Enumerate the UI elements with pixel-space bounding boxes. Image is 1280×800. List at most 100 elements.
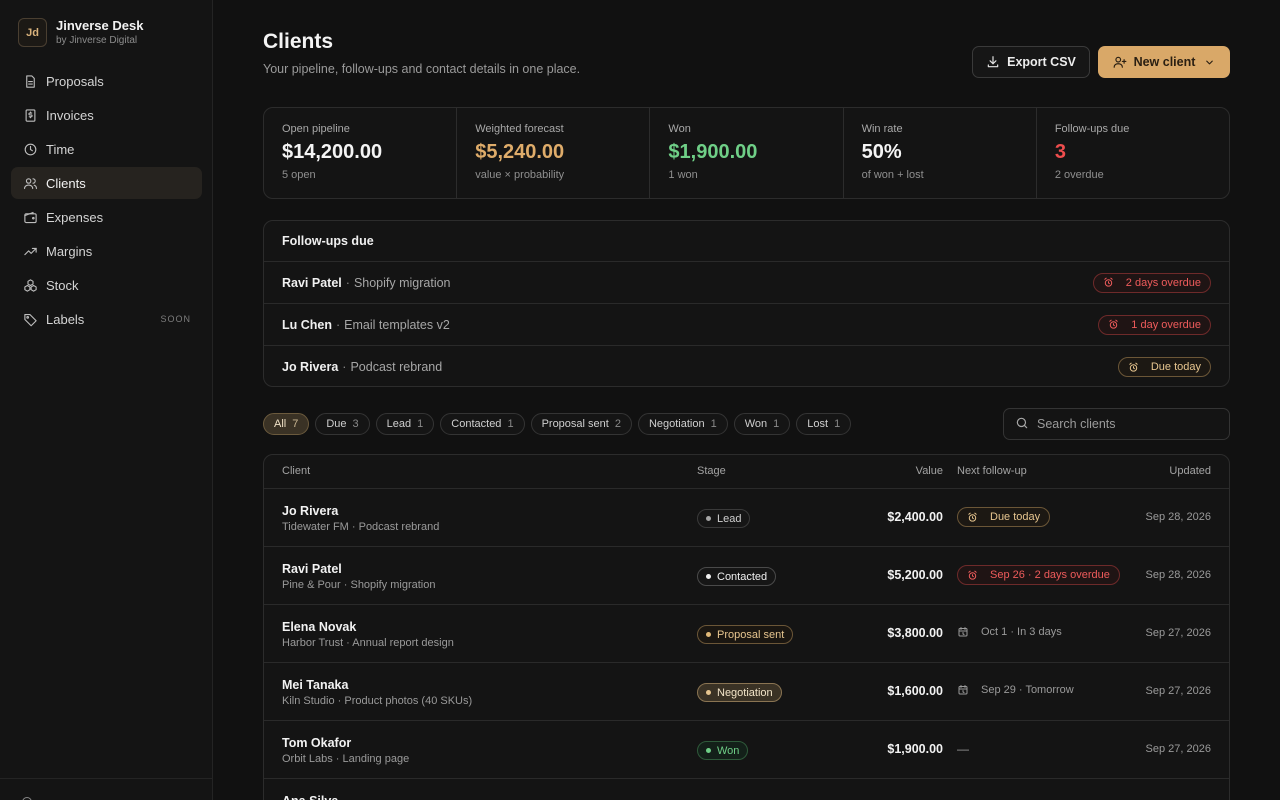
- table-row[interactable]: Elena Novak Harbor Trust · Annual report …: [264, 605, 1229, 663]
- sidebar-item-clients[interactable]: Clients: [11, 167, 202, 199]
- followup-client-name: Ravi Patel: [282, 275, 342, 290]
- followup-row[interactable]: Lu Chen · Email templates v2 1 day overdue: [264, 304, 1229, 346]
- followup-project: Podcast rebrand: [350, 360, 443, 374]
- sidebar-item-labels[interactable]: Labels SOON: [11, 303, 202, 335]
- alarm-clock-icon: [967, 512, 984, 523]
- followup-row[interactable]: Jo Rivera · Podcast rebrand Due today: [264, 346, 1229, 386]
- user-plus-icon: [1113, 55, 1127, 69]
- search-input[interactable]: [1037, 417, 1217, 431]
- stage-label: Lead: [717, 512, 742, 525]
- stage-badge: Contacted: [697, 567, 777, 586]
- sidebar: Jd Jinverse Desk by Jinverse Digital Pro…: [0, 0, 213, 800]
- filter-chip-count: 1: [417, 418, 424, 430]
- export-csv-button[interactable]: Export CSV: [972, 46, 1090, 78]
- filter-chip-lead[interactable]: Lead 1: [375, 413, 435, 435]
- sidebar-item-proposals[interactable]: Proposals: [11, 65, 202, 97]
- column-next-follow-up[interactable]: Next follow-up: [957, 465, 1027, 477]
- export-csv-label: Export CSV: [1007, 55, 1076, 69]
- followup-status-text: 2 days overdue: [1125, 276, 1201, 289]
- client-value: $1,900.00: [887, 742, 943, 756]
- stat-value: $1,900.00: [668, 141, 758, 163]
- updated-date: Sep 27, 2026: [1145, 743, 1211, 755]
- filter-chip-count: 7: [292, 418, 299, 430]
- followup-status-badge: 1 day overdue: [1098, 314, 1211, 335]
- stat-win-rate: Win rate 50% of won + lost: [844, 108, 1037, 198]
- filter-chip-count: 1: [834, 418, 841, 430]
- search-box[interactable]: [1003, 408, 1230, 440]
- updated-date: Sep 27, 2026: [1145, 685, 1211, 697]
- filter-chip-all[interactable]: All 7: [263, 413, 310, 435]
- alarm-clock-icon: [1108, 319, 1125, 330]
- follow-up-cell: Sep 29 · Tomorrow: [957, 681, 1074, 699]
- download-icon: [986, 55, 1000, 69]
- clock-icon: [22, 141, 38, 157]
- filter-chip-won[interactable]: Won 1: [733, 413, 791, 435]
- stat-value: 3: [1054, 141, 1066, 163]
- filter-chip-count: 2: [614, 418, 621, 430]
- sidebar-item-time[interactable]: Time: [11, 133, 202, 165]
- column-value[interactable]: Value: [916, 465, 943, 477]
- updated-date: Sep 28, 2026: [1145, 569, 1211, 581]
- filter-chip-contacted[interactable]: Contacted 1: [440, 413, 525, 435]
- table-row[interactable]: Ana Silva: [264, 779, 1229, 800]
- new-client-button[interactable]: New client: [1098, 46, 1230, 78]
- stage-label: Won: [717, 744, 740, 757]
- stat-note: 5 open: [282, 169, 316, 181]
- client-value: $1,600.00: [887, 684, 943, 698]
- stage-cell: Negotiation: [697, 683, 782, 702]
- stage-dot: [706, 748, 711, 753]
- stat-open-pipeline: Open pipeline $14,200.00 5 open: [264, 108, 458, 198]
- follow-up-text: Sep 29 · Tomorrow: [981, 684, 1074, 696]
- filter-chip-negotiation[interactable]: Negotiation 1: [637, 413, 728, 435]
- followup-project: Email templates v2: [344, 317, 450, 332]
- filter-chip-due[interactable]: Due 3: [315, 413, 370, 435]
- stage-cell: Contacted: [697, 567, 777, 586]
- stage-badge: Negotiation: [697, 683, 782, 702]
- sidebar-item-label: Clients: [46, 175, 86, 191]
- stage-cell: Won: [697, 741, 749, 760]
- calendar-clock-icon: [957, 684, 975, 696]
- sidebar-item-stock[interactable]: Stock: [11, 269, 202, 301]
- follow-up-date: Sep 29 · Tomorrow: [957, 681, 1074, 696]
- stage-cell: Lead: [697, 509, 751, 528]
- sidebar-item-margins[interactable]: Margins: [11, 235, 202, 267]
- column-stage[interactable]: Stage: [697, 465, 726, 477]
- client-name: Ravi Patel: [282, 562, 342, 576]
- updated-date: Sep 28, 2026: [1145, 511, 1211, 523]
- sidebar-item-expenses[interactable]: Expenses: [11, 201, 202, 233]
- sidebar-item-invoices[interactable]: Invoices: [11, 99, 202, 131]
- column-updated[interactable]: Updated: [1169, 465, 1211, 477]
- column-client[interactable]: Client: [282, 465, 310, 477]
- calendar-clock-icon: [957, 626, 975, 638]
- boxes-icon: [22, 277, 38, 293]
- updated-date: Sep 27, 2026: [1145, 627, 1211, 639]
- follow-up-cell: Due today: [957, 507, 1051, 527]
- client-name: Mei Tanaka: [282, 678, 349, 692]
- page-title: Clients: [263, 30, 334, 53]
- table-row[interactable]: Jo Rivera Tidewater FM · Podcast rebrand L…: [264, 489, 1229, 547]
- filter-chip-label: Lost: [807, 418, 829, 430]
- invoice-icon: [22, 107, 38, 123]
- follow-up-cell: —: [957, 739, 969, 756]
- stat-note: 1 won: [668, 169, 698, 181]
- page-subtitle: Your pipeline, follow-ups and contact de…: [263, 62, 581, 76]
- follow-up-cell: Sep 26 · 2 days overdue: [957, 565, 1120, 585]
- filter-chip-lost[interactable]: Lost 1: [796, 413, 852, 435]
- client-name: Elena Novak: [282, 620, 357, 634]
- filter-chip-proposal-sent[interactable]: Proposal sent 2: [530, 413, 632, 435]
- table-row[interactable]: Ravi Patel Pine & Pour · Shopify migratio…: [264, 547, 1229, 605]
- wallet-icon: [22, 209, 38, 225]
- table-row[interactable]: Mei Tanaka Kiln Studio · Product photos (…: [264, 663, 1229, 721]
- follow-up-badge: Sep 26 · 2 days overdue: [957, 565, 1120, 585]
- stat-note: value × probability: [475, 169, 565, 181]
- stats-panel: Open pipeline $14,200.00 5 open Weighted fo…: [263, 107, 1230, 199]
- followups-title: Follow-ups due: [264, 221, 1229, 262]
- follow-up-empty: —: [957, 742, 969, 756]
- stage-dot: [706, 574, 711, 579]
- followup-status-text: 1 day overdue: [1131, 318, 1201, 331]
- brand[interactable]: Jd Jinverse Desk by Jinverse Digital: [18, 18, 143, 47]
- followup-row[interactable]: Ravi Patel · Shopify migration 2 days overd…: [264, 262, 1229, 304]
- stat-follow-ups-due: Follow-ups due 3 2 overdue: [1037, 108, 1229, 198]
- filter-chip-label: Proposal sent: [541, 418, 609, 430]
- table-row[interactable]: Tom Okafor Orbit Labs · Landing page Won $1…: [264, 721, 1229, 779]
